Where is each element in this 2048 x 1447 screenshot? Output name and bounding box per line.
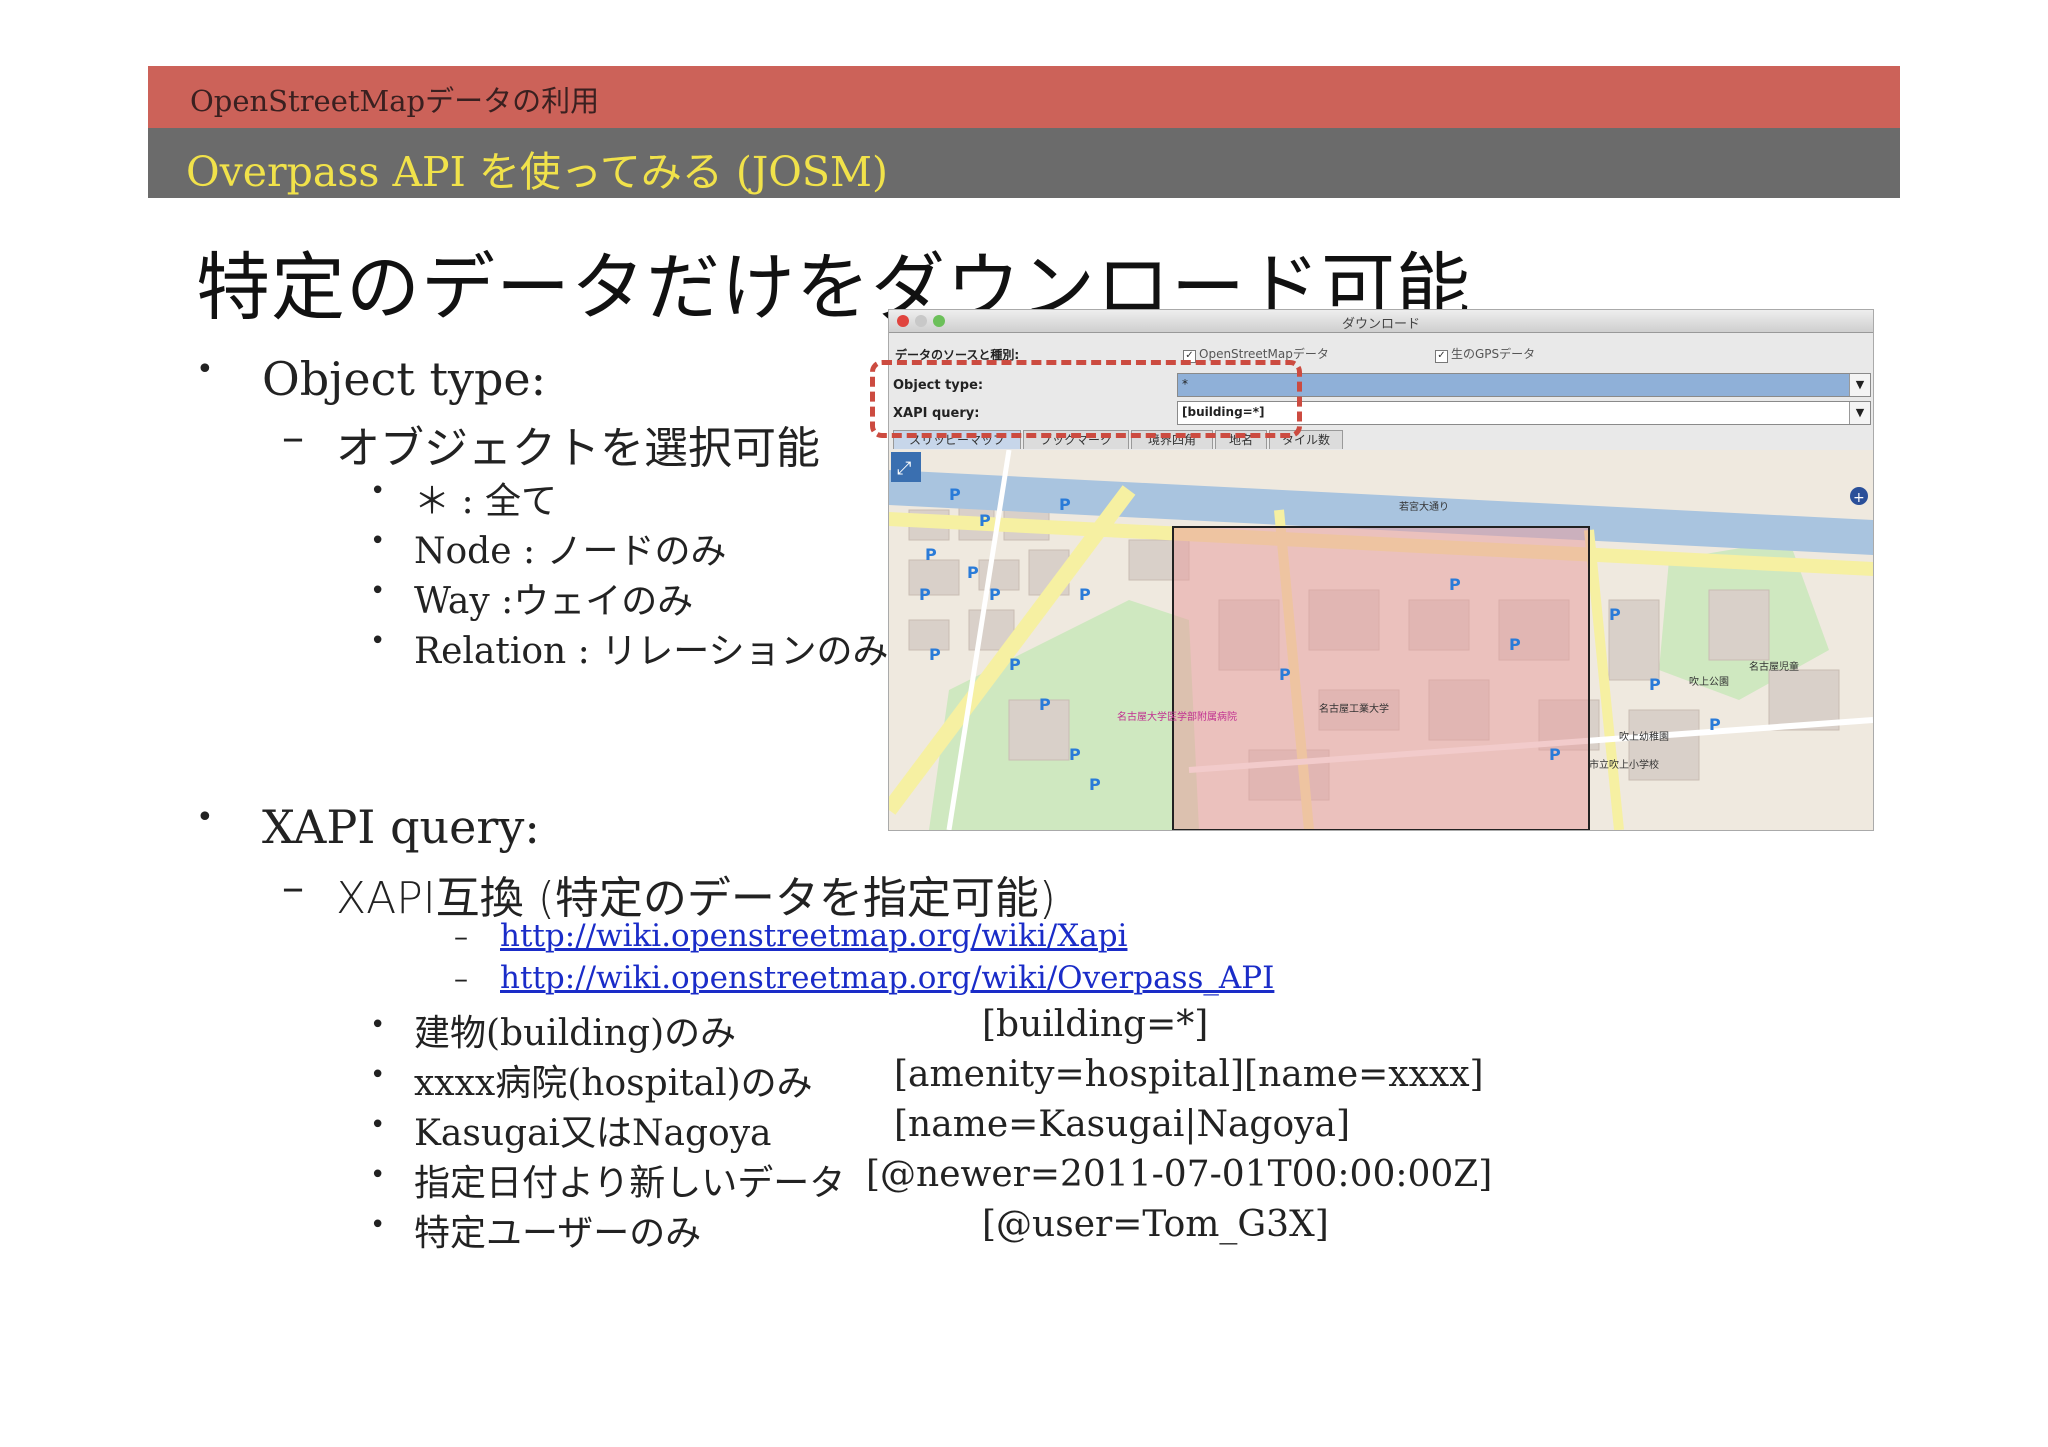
chevron-down-icon[interactable]: ▼ xyxy=(1849,374,1870,396)
osm-data-checkbox-label: OpenStreetMapデータ xyxy=(1199,347,1329,361)
subtitle-bar: Overpass API を使ってみる (JOSM) xyxy=(148,128,1900,198)
svg-text:P: P xyxy=(979,511,991,530)
svg-text:P: P xyxy=(989,585,1001,604)
svg-text:P: P xyxy=(1089,775,1101,794)
svg-text:⤢: ⤢ xyxy=(897,458,912,479)
svg-text:名古屋大学医学部附属病院: 名古屋大学医学部附属病院 xyxy=(1117,710,1237,723)
example-query: [building=*] xyxy=(982,1004,1209,1045)
svg-text:P: P xyxy=(1069,745,1081,764)
highlight-dashed-box xyxy=(870,360,1302,438)
example-label: xxxx病院(hospital)のみ xyxy=(414,1063,813,1104)
example-label: 特定ユーザーのみ xyxy=(414,1213,702,1254)
bullet-dot: • xyxy=(370,1160,386,1190)
overpass-wiki-link[interactable]: http://wiki.openstreetmap.org/wiki/Overp… xyxy=(500,960,1274,996)
object-type-item: ＊ : 全て xyxy=(414,481,558,522)
bullet-dot: • xyxy=(370,1060,386,1090)
svg-text:P: P xyxy=(949,485,961,504)
xapi-sub: XAPI互換 (特定のデータを指定可能) xyxy=(336,873,1057,924)
svg-text:P: P xyxy=(1059,495,1071,514)
bullet-dot: • xyxy=(370,526,386,556)
example-query: [amenity=hospital][name=xxxx] xyxy=(894,1054,1484,1095)
example-label: 建物(building)のみ xyxy=(414,1013,737,1054)
svg-text:P: P xyxy=(1649,675,1661,694)
section-title: OpenStreetMapデータの利用 xyxy=(190,84,600,118)
bullet-dot: • xyxy=(370,1210,386,1240)
dash-marker: – xyxy=(454,962,468,995)
svg-text:P: P xyxy=(1039,695,1051,714)
svg-text:+: + xyxy=(1853,490,1865,506)
object-type-item: Node : ノードのみ xyxy=(414,531,727,572)
svg-text:P: P xyxy=(1279,665,1291,684)
gps-data-checkbox-label: 生のGPSデータ xyxy=(1451,347,1536,361)
bullet-dot: • xyxy=(196,352,214,387)
svg-text:名古屋工業大学: 名古屋工業大学 xyxy=(1319,702,1389,715)
example-query: [name=Kasugai|Nagoya] xyxy=(894,1104,1350,1145)
svg-text:名古屋児童: 名古屋児童 xyxy=(1749,660,1799,673)
section-bar: OpenStreetMapデータの利用 xyxy=(148,66,1900,128)
svg-text:P: P xyxy=(1709,715,1721,734)
map-canvas: PPP PPP P PP PPP PPP PPP PP 若宮大通り 名古屋大学医学… xyxy=(889,450,1873,830)
example-query: [@newer=2011-07-01T00:00:00Z] xyxy=(866,1154,1493,1195)
svg-text:P: P xyxy=(1079,585,1091,604)
dialog-title: ダウンロード xyxy=(1341,317,1420,332)
dash-marker: – xyxy=(282,862,304,913)
object-type-item: Way :ウェイのみ xyxy=(414,581,694,622)
svg-text:P: P xyxy=(1009,655,1021,674)
bullet-dot: • xyxy=(370,576,386,606)
svg-text:P: P xyxy=(925,545,937,564)
xapi-wiki-link[interactable]: http://wiki.openstreetmap.org/wiki/Xapi xyxy=(500,918,1127,954)
bullet-dot: • xyxy=(370,1010,386,1040)
example-query: [@user=Tom_G3X] xyxy=(982,1204,1329,1245)
dash-marker: – xyxy=(454,920,468,953)
svg-text:P: P xyxy=(1449,575,1461,594)
xapi-bullet: XAPI query: xyxy=(262,800,540,854)
object-type-item: Relation : リレーションのみ xyxy=(414,631,889,672)
example-label: Kasugai又はNagoya xyxy=(414,1113,772,1154)
svg-text:若宮大通り: 若宮大通り xyxy=(1399,500,1449,513)
svg-text:吹上公園: 吹上公園 xyxy=(1689,675,1729,688)
dialog-titlebar: ダウンロード xyxy=(889,310,1873,333)
svg-text:市立吹上小学校: 市立吹上小学校 xyxy=(1589,758,1659,771)
chevron-down-icon[interactable]: ▼ xyxy=(1849,402,1870,424)
bullet-dot: • xyxy=(370,626,386,656)
gps-data-checkbox[interactable]: ✓ 生のGPSデータ xyxy=(1435,345,1535,363)
bullet-dot: • xyxy=(370,476,386,506)
slippy-map[interactable]: PPP PPP PPP PPP PPP PPP PP 若宮大通り 名古屋大学医学… xyxy=(889,450,1873,830)
svg-text:P: P xyxy=(929,645,941,664)
svg-text:吹上幼稚園: 吹上幼稚園 xyxy=(1619,730,1669,743)
bullet-dot: • xyxy=(370,1110,386,1140)
svg-text:P: P xyxy=(919,585,931,604)
object-type-sub: オブジェクトを選択可能 xyxy=(336,423,820,474)
svg-text:P: P xyxy=(1609,605,1621,624)
slide-subtitle: Overpass API を使ってみる (JOSM) xyxy=(186,148,888,196)
svg-text:P: P xyxy=(1549,745,1561,764)
dash-marker: – xyxy=(282,412,304,463)
example-label: 指定日付より新しいデータ xyxy=(414,1163,846,1204)
svg-text:P: P xyxy=(967,563,979,582)
svg-text:P: P xyxy=(1509,635,1521,654)
bullet-dot: • xyxy=(196,800,214,835)
object-type-bullet: Object type: xyxy=(262,352,547,406)
